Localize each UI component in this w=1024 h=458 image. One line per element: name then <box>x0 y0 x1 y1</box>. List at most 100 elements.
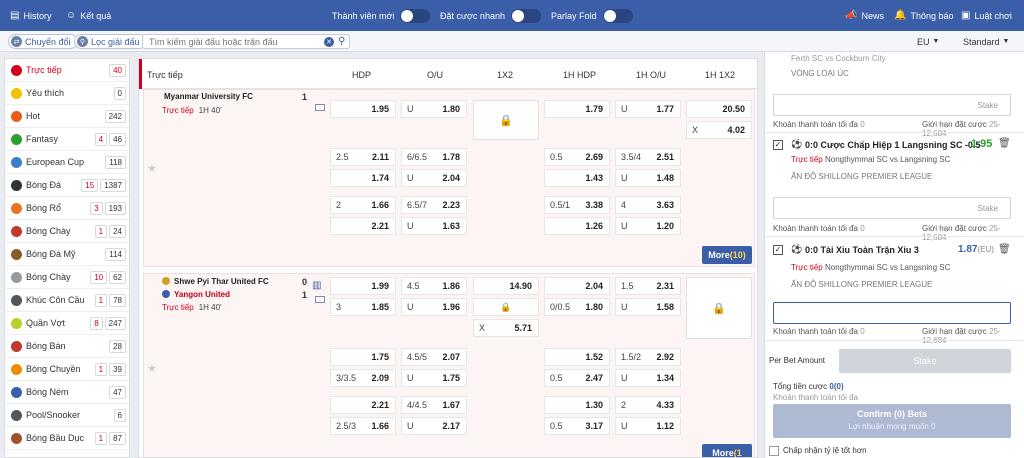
odds-cell[interactable]: 2 4.33 <box>615 396 681 414</box>
odds-cell[interactable]: U 1.63 <box>401 217 467 235</box>
sidebar-item[interactable]: Khúc Côn Cầu 1 78 <box>5 289 129 312</box>
odds-cell[interactable]: 1.52 <box>544 348 610 366</box>
rules-link[interactable]: ▣ Luật chơi <box>961 0 1012 31</box>
odds-cell[interactable]: U 1.20 <box>615 217 681 235</box>
sidebar-item[interactable]: Fantasy 4 46 <box>5 128 129 151</box>
more-markets-button[interactable]: More (1 <box>702 444 752 457</box>
news-link[interactable]: 📣 News <box>845 0 884 31</box>
confirm-bets-button[interactable]: Confirm (0) Bets Lợi nhuận mong muốn 0 <box>773 404 1011 438</box>
odds-cell[interactable]: 20.50 <box>686 100 752 118</box>
odds-cell[interactable]: 14.90 <box>473 277 539 295</box>
sidebar-item[interactable]: Bóng Đá 15 1387 <box>5 174 129 197</box>
sidebar-item[interactable]: Bóng Rổ 3 193 <box>5 197 129 220</box>
stats-icon[interactable] <box>315 296 325 303</box>
odds-cell[interactable]: 1.79 <box>544 100 610 118</box>
sidebar-item[interactable]: Bóng Bầu Dục 1 87 <box>5 427 129 450</box>
odds-cell[interactable]: 1.5 2.31 <box>615 277 681 295</box>
sidebar-item[interactable]: Bóng Chày 1 24 <box>5 220 129 243</box>
odds-cell[interactable]: U 1.75 <box>401 369 467 387</box>
bet-checkbox[interactable]: ✓ <box>773 245 783 255</box>
odds-cell[interactable]: 6/6.5 1.78 <box>401 148 467 166</box>
sidebar-item[interactable]: Pool/Snooker 6 <box>5 404 129 427</box>
odds-cell[interactable]: 2.21 <box>330 217 396 235</box>
stake-input[interactable]: Stake <box>773 197 1011 219</box>
sidebar-item[interactable]: Quần Vợt 8 247 <box>5 312 129 335</box>
more-markets-button[interactable]: More (10) <box>702 246 752 264</box>
sidebar-item[interactable]: Hot 242 <box>5 105 129 128</box>
odds-cell[interactable]: 2.5/3 1.66 <box>330 417 396 435</box>
sidebar-item[interactable]: Bóng Chày 10 62 <box>5 266 129 289</box>
accept-better-odds-checkbox[interactable] <box>769 446 779 456</box>
sidebar-item[interactable]: Bóng Chuyền 1 39 <box>5 358 129 381</box>
favorite-star-icon[interactable]: ★ <box>147 162 157 175</box>
odds-cell[interactable]: 1.26 <box>544 217 610 235</box>
sidebar-item[interactable]: Yêu thích 0 <box>5 82 129 105</box>
odds-cell[interactable]: 1.95 <box>330 100 396 118</box>
sidebar-item[interactable]: Bóng Ném 47 <box>5 381 129 404</box>
odds-format-dropdown[interactable]: EU ▼ <box>917 34 939 49</box>
odds-cell[interactable]: 3/3.5 2.09 <box>330 369 396 387</box>
view-mode-dropdown[interactable]: Standard ▼ <box>963 34 1009 49</box>
odds-cell[interactable]: 0/0.5 1.80 <box>544 298 610 316</box>
odds-cell[interactable]: 1.75 <box>330 348 396 366</box>
clear-icon[interactable]: ✕ <box>324 36 334 47</box>
odds-cell[interactable]: X 5.71 <box>473 319 539 337</box>
stats-icon[interactable] <box>315 104 325 111</box>
odds-cell[interactable]: 2.04 <box>544 277 610 295</box>
odds-cell[interactable]: U 1.58 <box>615 298 681 316</box>
per-bet-stake-button[interactable]: Stake <box>839 349 1011 373</box>
favorite-star-icon[interactable]: ★ <box>147 362 157 375</box>
delete-icon[interactable]: 🗑 <box>998 244 1011 255</box>
quick-bet-switch[interactable] <box>510 8 541 23</box>
odds-cell[interactable]: X 4.02 <box>686 121 752 139</box>
odds-cell[interactable]: U 1.96 <box>401 298 467 316</box>
filter-league-button[interactable]: ⚲ Lọc giải đấu <box>74 34 147 49</box>
odds-cell[interactable]: 1.5/2 2.92 <box>615 348 681 366</box>
parlay-fold-toggle[interactable]: Parlay Fold <box>551 0 633 31</box>
odds-cell[interactable]: U 2.17 <box>401 417 467 435</box>
parlay-fold-switch[interactable] <box>602 8 633 23</box>
odds-cell[interactable]: 0.5 2.69 <box>544 148 610 166</box>
odds-cell[interactable]: 1.30 <box>544 396 610 414</box>
odds-cell[interactable]: 4 3.63 <box>615 196 681 214</box>
quick-bet-toggle[interactable]: Đặt cược nhanh <box>440 0 541 31</box>
odds-cell[interactable]: U 1.77 <box>615 100 681 118</box>
new-member-toggle[interactable]: Thành viên mới <box>332 0 431 31</box>
sidebar-item[interactable]: Trực tiếp 40 <box>5 59 129 82</box>
odds-cell[interactable]: 2.21 <box>330 396 396 414</box>
odds-cell[interactable]: 3.5/4 2.51 <box>615 148 681 166</box>
odds-cell[interactable]: 2 1.66 <box>330 196 396 214</box>
history-link[interactable]: ▤ History <box>10 0 51 31</box>
results-link[interactable]: ☺ Kết quả <box>66 0 111 31</box>
new-member-switch[interactable] <box>400 8 431 23</box>
odds-cell[interactable]: 4.5/5 2.07 <box>401 348 467 366</box>
odds-cell[interactable]: U 2.04 <box>401 169 467 187</box>
bet-checkbox[interactable]: ✓ <box>773 140 783 150</box>
odds-cell[interactable]: 0.5 2.47 <box>544 369 610 387</box>
odds-cell[interactable]: 3 1.85 <box>330 298 396 316</box>
stake-input[interactable]: Stake <box>773 94 1011 116</box>
odds-cell[interactable]: 0.5/1 3.38 <box>544 196 610 214</box>
odds-cell[interactable]: 1.74 <box>330 169 396 187</box>
stats-bar-icon[interactable]: ▥ <box>312 280 321 291</box>
odds-cell[interactable]: 4/4.5 1.67 <box>401 396 467 414</box>
odds-cell[interactable]: 0.5 3.17 <box>544 417 610 435</box>
search-input[interactable] <box>149 36 324 47</box>
odds-cell[interactable]: U 1.12 <box>615 417 681 435</box>
odds-cell[interactable]: 1.43 <box>544 169 610 187</box>
odds-cell[interactable]: U 1.48 <box>615 169 681 187</box>
odds-cell[interactable]: 4.5 1.86 <box>401 277 467 295</box>
sidebar-item[interactable]: Bóng Đá Mỹ 114 <box>5 243 129 266</box>
odds-cell[interactable]: U 1.34 <box>615 369 681 387</box>
sidebar-item[interactable]: European Cup 118 <box>5 151 129 174</box>
odds-cell[interactable]: U 1.80 <box>401 100 467 118</box>
odds-cell[interactable]: 1.99 <box>330 277 396 295</box>
stake-input-active[interactable] <box>773 302 1011 324</box>
odds-cell[interactable]: 2.5 2.11 <box>330 148 396 166</box>
sidebar-item[interactable]: Bóng Bàn 28 <box>5 335 129 358</box>
switch-button[interactable]: ⇄ Chuyển đổi <box>8 34 78 49</box>
odds-cell[interactable]: 6.5/7 2.23 <box>401 196 467 214</box>
search-icon[interactable]: ⚲ <box>338 36 345 47</box>
delete-icon[interactable]: 🗑 <box>998 138 1011 149</box>
notices-link[interactable]: 🔔 Thông báo <box>894 0 954 31</box>
